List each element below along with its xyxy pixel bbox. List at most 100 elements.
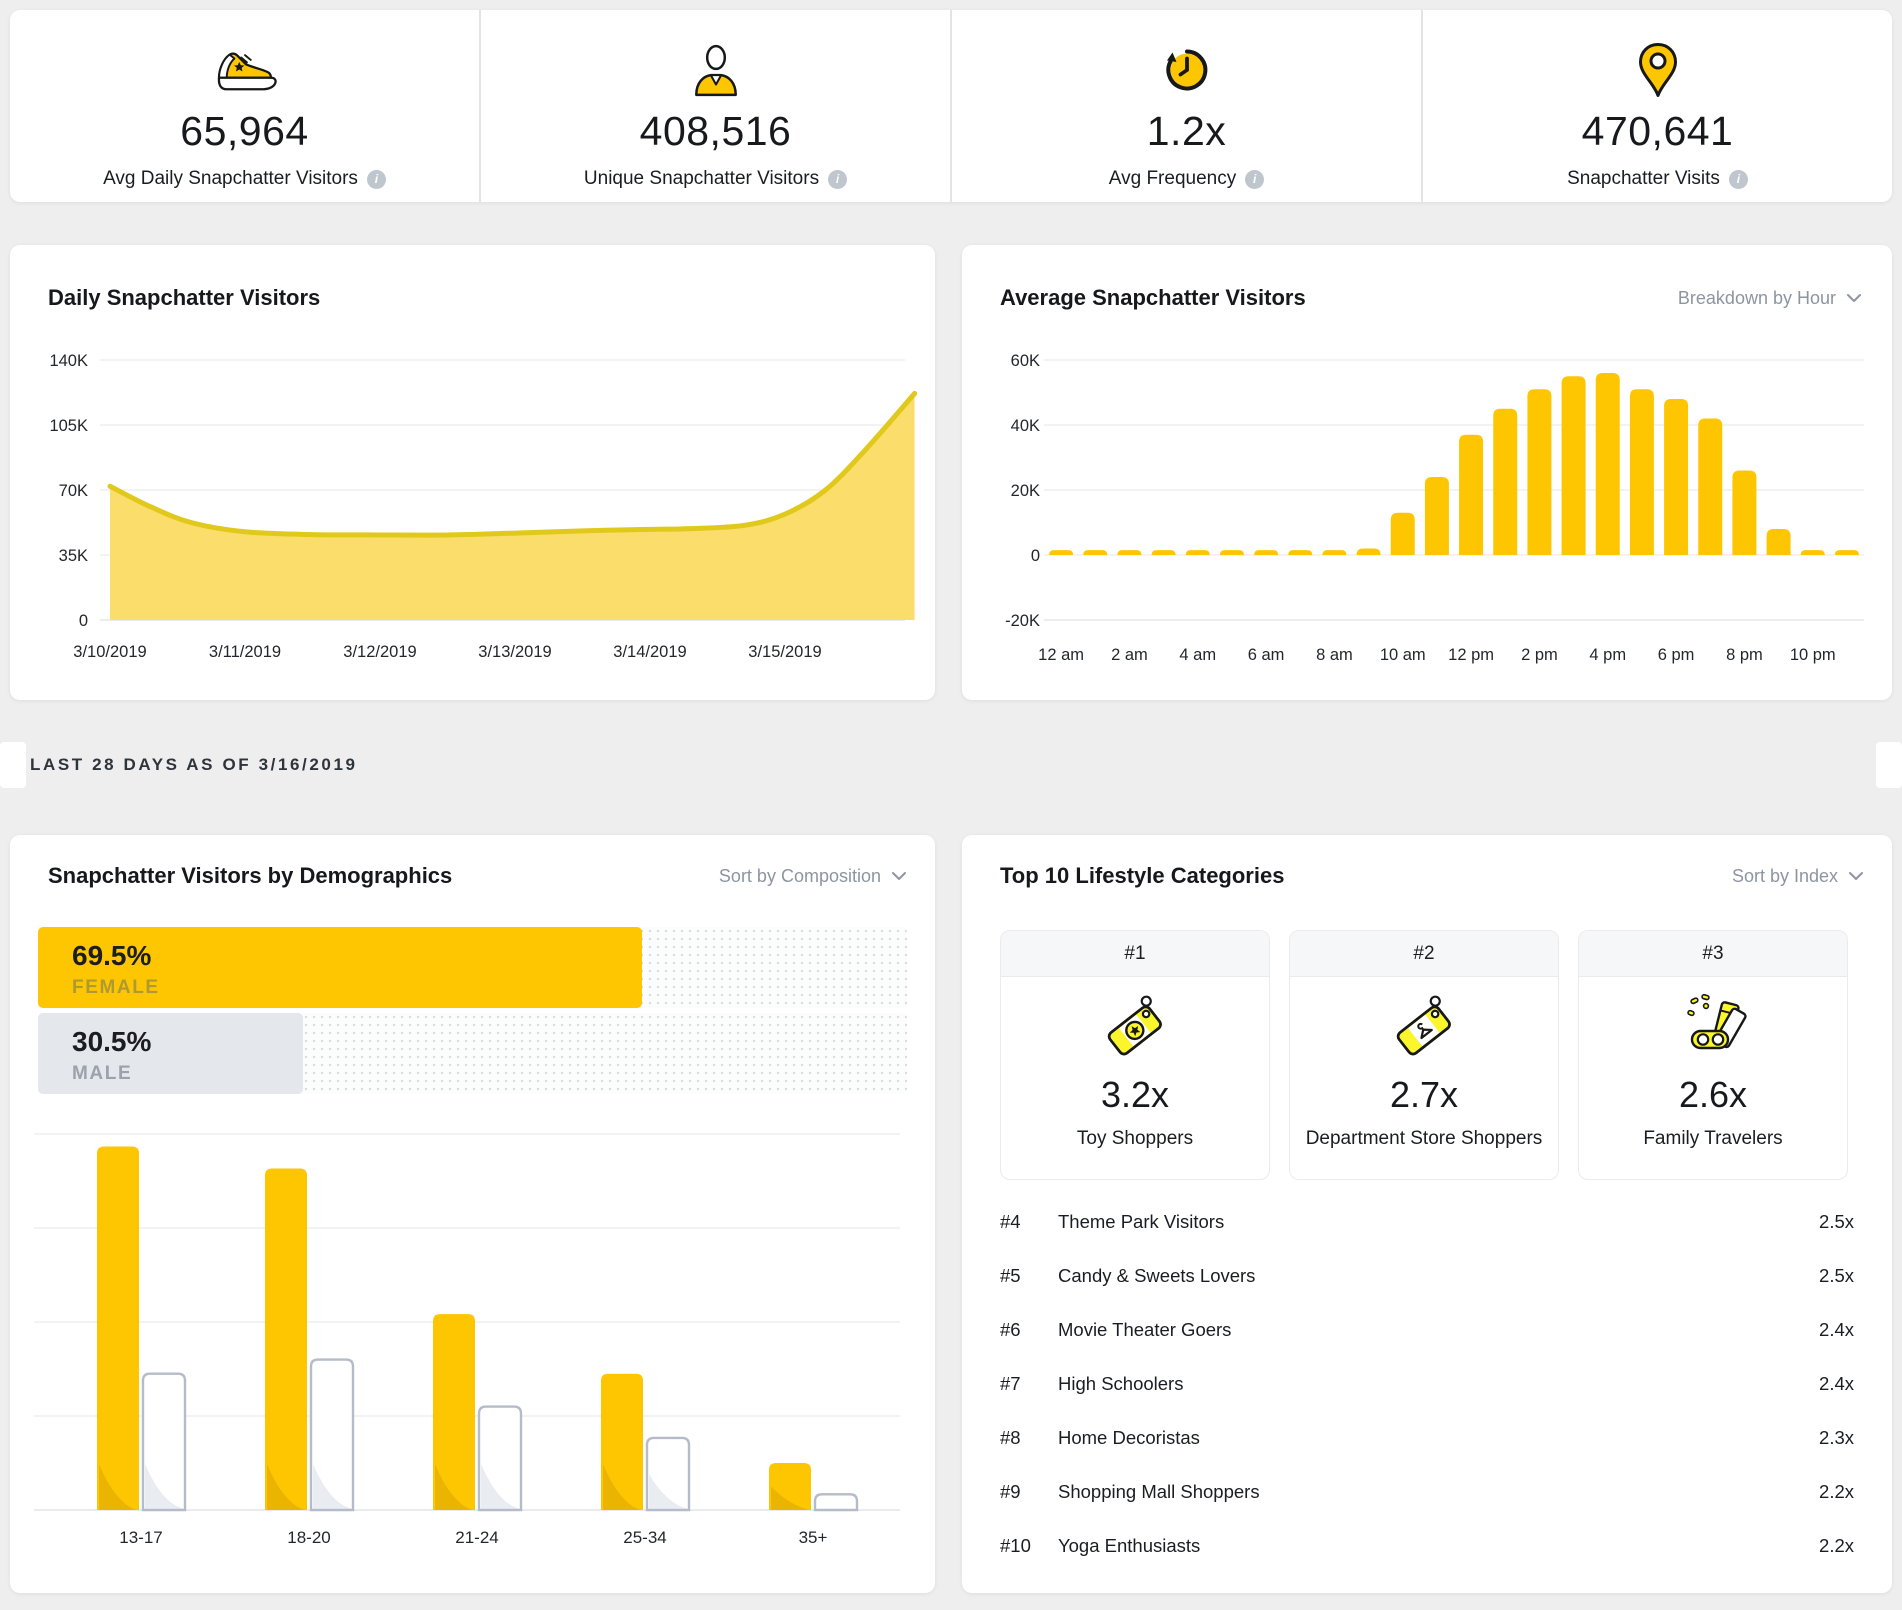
svg-text:3/10/2019: 3/10/2019 [73,643,146,661]
info-icon[interactable]: i [828,169,848,189]
lifestyle-list-item[interactable]: #6 Movie Theater Goers 2.4x [1000,1303,1854,1357]
travel-tickets-icon [1579,977,1847,1072]
lifestyle-index-value: 2.4x [1819,1373,1854,1394]
lifestyle-list-item[interactable]: #7 High Schoolers 2.4x [1000,1357,1854,1411]
lifestyle-list-item[interactable]: #5 Candy & Sweets Lovers 2.5x [1000,1249,1854,1303]
lifestyle-list-item[interactable]: #10 Yoga Enthusiasts 2.2x [1000,1519,1854,1573]
lifestyle-rank: #10 [1000,1535,1031,1556]
info-icon[interactable]: i [1728,169,1748,189]
age-demographics-bar-chart: 13-17 18-20 21-24 25-34 35+ [34,1133,900,1547]
hourly-visitors-card: Average Snapchatter Visitors Breakdown b… [962,245,1892,700]
lifestyle-list-item[interactable]: #4 Theme Park Visitors 2.5x [1000,1195,1854,1249]
rank-value: 2.7x [1389,1074,1459,1115]
svg-text:70K: 70K [59,482,88,500]
lifestyle-rank: #4 [1000,1211,1021,1232]
svg-text:13-17: 13-17 [119,1528,162,1547]
svg-text:6 pm: 6 pm [1658,646,1695,664]
location-pin-icon [1636,40,1680,102]
svg-text:40K: 40K [1011,417,1040,435]
stat-value: 65,964 [180,108,309,154]
svg-text:3/14/2019: 3/14/2019 [613,643,686,661]
svg-text:35+: 35+ [799,1528,828,1547]
lifestyle-name: Theme Park Visitors [1058,1211,1225,1232]
card-title: Daily Snapchatter Visitors [48,285,321,310]
lifestyle-rank: #6 [1000,1319,1021,1340]
female-share-value: 69.5% [72,940,152,971]
clock-icon [1159,40,1215,102]
card-title: Average Snapchatter Visitors [1000,285,1306,310]
rank-value: 3.2x [1100,1074,1170,1115]
female-share-label: FEMALE [72,977,160,998]
lifestyle-index-value: 2.3x [1819,1427,1854,1448]
svg-text:2 am: 2 am [1111,646,1148,664]
breakdown-by-hour-dropdown[interactable]: Breakdown by Hour [1678,288,1862,309]
svg-text:18-20: 18-20 [287,1528,330,1547]
lifestyle-index-value: 2.5x [1819,1265,1854,1286]
lifestyle-name: Shopping Mall Shoppers [1058,1481,1260,1502]
svg-text:35K: 35K [59,547,88,565]
section-edge-strip [1876,742,1902,788]
dropdown-label: Breakdown by Hour [1677,287,1836,308]
svg-text:8 pm: 8 pm [1726,646,1763,664]
female-share-bar: 69.5% FEMALE [38,927,642,1008]
person-icon [691,40,741,102]
top3-lifestyle-grid: #1 3.2x Toy Shoppers #2 2.7x Department … [1000,930,1848,1180]
svg-text:25-34: 25-34 [623,1528,666,1547]
svg-text:0: 0 [79,612,88,630]
svg-text:-20K: -20K [1005,612,1040,630]
stat-card-avg-daily-visitors: 65,964 Avg Daily Snapchatter Visitors i [10,10,479,202]
lifestyle-name: Movie Theater Goers [1058,1319,1232,1340]
lifestyle-card: Top 10 Lifestyle Categories Sort by Inde… [962,835,1892,1593]
stat-value: 470,641 [1581,108,1734,154]
rank-value: 2.6x [1678,1074,1748,1115]
dropdown-label: Sort by Index [1731,865,1838,886]
svg-text:4 pm: 4 pm [1589,646,1626,664]
chevron-down-icon [1849,872,1863,880]
stat-card-snapchatter-visits: 470,641 Snapchatter Visits i [1423,10,1892,202]
svg-text:10 pm: 10 pm [1790,646,1836,664]
lifestyle-rank-card-3[interactable]: #3 2.6x Family Travelers [1578,930,1848,1180]
svg-text:60K: 60K [1011,352,1040,370]
stat-value: 408,516 [639,108,792,154]
lifestyle-list-item[interactable]: #8 Home Decoristas 2.3x [1000,1411,1854,1465]
stat-value: 1.2x [1146,108,1227,154]
svg-text:2 pm: 2 pm [1521,646,1558,664]
stat-card-unique-visitors: 408,516 Unique Snapchatter Visitors i [481,10,950,202]
chevron-down-icon [1847,294,1861,302]
rank-label: Department Store Shoppers [1305,1128,1543,1149]
svg-text:12 pm: 12 pm [1448,646,1494,664]
sort-by-index-dropdown[interactable]: Sort by Index [1732,866,1864,887]
male-share-bar: 30.5% MALE [38,1013,304,1094]
svg-text:21-24: 21-24 [455,1528,498,1547]
male-share-value: 30.5% [72,1026,152,1057]
lifestyle-rank: #9 [1000,1481,1021,1502]
stats-row: 65,964 Avg Daily Snapchatter Visitors i … [10,10,1892,202]
price-tag-hanger-icon [1290,977,1558,1072]
lifestyle-list-item[interactable]: #9 Shopping Mall Shoppers 2.2x [1000,1465,1854,1519]
svg-text:4 am: 4 am [1179,646,1216,664]
section-label: LAST 28 DAYS AS OF 3/16/2019 [30,755,358,774]
lifestyle-index-value: 2.5x [1819,1211,1854,1232]
svg-text:12 am: 12 am [1038,646,1084,664]
lifestyle-rank-card-1[interactable]: #1 3.2x Toy Shoppers [1000,930,1270,1180]
info-icon[interactable]: i [1245,169,1265,189]
female-share-track: 69.5% FEMALE [38,927,907,1008]
rank-badge: #2 [1290,931,1558,977]
rank-badge: #3 [1579,931,1847,977]
stat-label: Snapchatter Visits [1567,168,1720,189]
svg-text:0: 0 [1031,547,1040,565]
stat-label: Avg Daily Snapchatter Visitors [103,168,358,189]
sneaker-icon [212,40,278,102]
daily-visitors-card: Daily Snapchatter Visitors 140K 105K 70K 35… [10,245,935,700]
dropdown-label: Sort by Composition [718,865,881,886]
price-tag-star-icon [1001,977,1269,1072]
rank-badge: #1 [1001,931,1269,977]
info-icon[interactable]: i [366,169,386,189]
svg-text:140K: 140K [49,352,88,370]
sort-by-composition-dropdown[interactable]: Sort by Composition [719,866,907,887]
lifestyle-rank-card-2[interactable]: #2 2.7x Department Store Shoppers [1289,930,1559,1180]
lifestyle-index-value: 2.2x [1819,1535,1854,1556]
lifestyle-name: Yoga Enthusiasts [1058,1535,1201,1556]
lifestyle-name: Home Decoristas [1058,1427,1200,1448]
daily-visitors-area-chart: 140K 105K 70K 35K 0 3/10/2019 3/11/2019 3/12/20… [49,352,918,661]
